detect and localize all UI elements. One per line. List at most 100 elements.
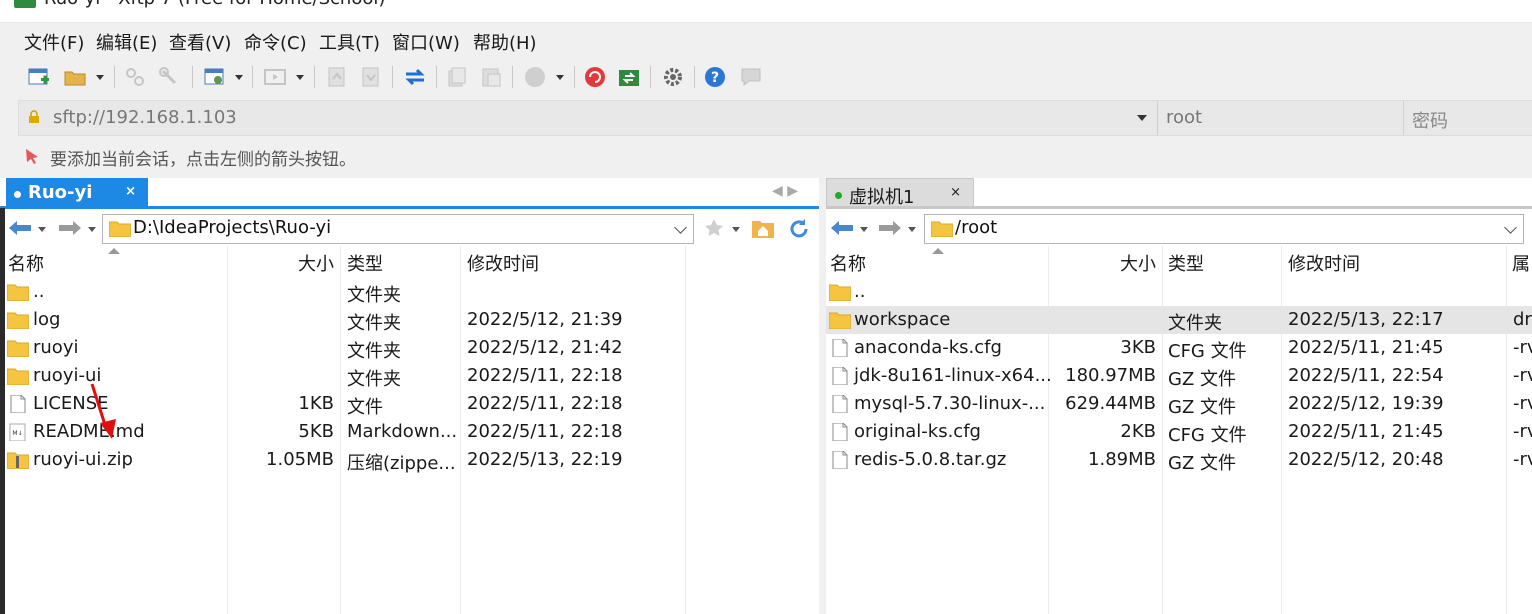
column-header-attributes[interactable]: 属 — [1512, 250, 1530, 278]
file-modified: 2022/5/12, 19:39 — [1288, 393, 1444, 414]
help-icon[interactable]: ? — [704, 66, 726, 88]
pane-divider[interactable] — [819, 178, 826, 614]
column-header-modified[interactable]: 修改时间 — [467, 250, 539, 278]
tab-scroll-arrows[interactable]: ◀ ▶ — [772, 183, 798, 199]
table-row[interactable]: jdk-8u161-linux-x64... 180.97MB GZ 文件 2022/… — [826, 362, 1532, 390]
table-row[interactable]: redis-5.0.8.tar.gz 1.89MB GZ 文件 2022/5/12, … — [826, 446, 1532, 474]
column-header-type[interactable]: 类型 — [347, 250, 383, 278]
home-folder-icon[interactable] — [752, 218, 774, 238]
chevron-down-icon[interactable] — [296, 75, 304, 80]
forward-arrow-icon[interactable] — [878, 220, 902, 236]
tab-local-ruo-yi[interactable]: Ruo-yi × — [6, 178, 148, 208]
folder-icon — [828, 311, 852, 330]
chevron-down-icon[interactable] — [732, 227, 740, 232]
back-arrow-icon[interactable] — [8, 220, 32, 236]
menu-view[interactable]: 查看(V) — [169, 29, 231, 55]
column-header-name[interactable]: 名称 — [8, 250, 44, 278]
menu-help[interactable]: 帮助(H) — [473, 29, 537, 55]
settings-icon[interactable] — [662, 66, 684, 88]
remote-path-input[interactable]: /root — [924, 214, 1524, 244]
file-type: 文件夹 — [347, 341, 401, 362]
tab-remote-vm1[interactable]: 虚拟机1 × — [826, 178, 974, 209]
file-icon — [829, 338, 851, 358]
table-row[interactable]: ruoyi-ui.zip 1.05MB 压缩(zippe... 2022/5/13, … — [0, 446, 686, 474]
file-size: 3KB — [1120, 337, 1156, 358]
file-attributes: -rv — [1513, 337, 1532, 358]
file-size: 1.89MB — [1088, 449, 1156, 470]
file-modified: 2022/5/11, 21:45 — [1288, 421, 1444, 442]
menu-tools[interactable]: 工具(T) — [319, 29, 380, 55]
table-row[interactable]: original-ks.cfg 2KB CFG 文件 2022/5/11, 21:45… — [826, 418, 1532, 446]
xftp-icon[interactable] — [618, 66, 640, 88]
remote-pane: 虚拟机1 × /root 名称 大小 类型 修改时间 属 .. workspace… — [826, 178, 1532, 614]
chevron-down-icon[interactable] — [674, 221, 687, 234]
menu-window[interactable]: 窗口(W) — [392, 29, 460, 55]
download-icon[interactable] — [360, 66, 382, 88]
file-icon — [829, 366, 851, 386]
toolbar-divider — [574, 66, 575, 88]
password-field[interactable]: 密码 — [1403, 101, 1532, 135]
transfer-icon[interactable] — [404, 66, 426, 88]
forward-arrow-icon[interactable] — [58, 220, 82, 236]
toolbar-divider — [694, 66, 695, 88]
chat-icon[interactable] — [740, 66, 762, 88]
properties-icon[interactable] — [204, 66, 226, 88]
table-row[interactable]: workspace 文件夹 2022/5/13, 22:17 dr — [826, 306, 1532, 334]
table-row[interactable]: .. — [826, 278, 1532, 306]
username-field[interactable]: root — [1157, 101, 1400, 135]
session-hint-text: 要添加当前会话，点击左侧的箭头按钮。 — [50, 150, 356, 170]
table-row[interactable]: anaconda-ks.cfg 3KB CFG 文件 2022/5/11, 21:45… — [826, 334, 1532, 362]
back-arrow-icon[interactable] — [830, 220, 854, 236]
file-type: Markdown... — [347, 421, 458, 442]
star-icon[interactable] — [704, 218, 724, 238]
status-icon[interactable] — [524, 66, 546, 88]
refresh-icon[interactable] — [788, 218, 810, 240]
chevron-down-icon[interactable] — [556, 75, 564, 80]
column-header-type[interactable]: 类型 — [1168, 250, 1204, 278]
file-type: GZ 文件 — [1168, 397, 1237, 418]
file-type: 文件 — [347, 397, 383, 418]
column-header-name[interactable]: 名称 — [830, 250, 866, 278]
file-name: .. — [33, 281, 45, 302]
file-name: redis-5.0.8.tar.gz — [854, 449, 1007, 470]
file-size: 629.44MB — [1065, 393, 1156, 414]
close-icon[interactable]: × — [125, 184, 136, 199]
table-row[interactable]: log 文件夹 2022/5/12, 21:39 — [0, 306, 686, 334]
chevron-down-icon[interactable] — [88, 227, 96, 232]
open-folder-icon[interactable] — [64, 66, 86, 88]
menu-file[interactable]: 文件(F) — [24, 29, 84, 55]
close-icon[interactable]: × — [950, 185, 961, 200]
chevron-down-icon[interactable] — [908, 227, 916, 232]
menu-command[interactable]: 命令(C) — [244, 29, 307, 55]
reconnect-icon[interactable] — [158, 66, 180, 88]
new-session-icon[interactable] — [28, 66, 50, 88]
column-header-size[interactable]: 大小 — [228, 250, 334, 278]
column-header-size[interactable]: 大小 — [1050, 250, 1156, 278]
tab-label: Ruo-yi — [28, 182, 93, 203]
paste-icon[interactable] — [480, 66, 502, 88]
table-row[interactable]: .. 文件夹 — [0, 278, 686, 306]
copy-icon[interactable] — [446, 66, 468, 88]
file-type: 文件夹 — [347, 369, 401, 390]
table-row[interactable]: mysql-5.7.30-linux-... 629.44MB GZ 文件 2022/… — [826, 390, 1532, 418]
chevron-down-icon[interactable] — [96, 75, 104, 80]
chevron-down-icon[interactable] — [235, 75, 243, 80]
chevron-down-icon[interactable] — [38, 227, 46, 232]
table-row[interactable]: ruoyi 文件夹 2022/5/12, 21:42 — [0, 334, 686, 362]
chevron-down-icon[interactable] — [1504, 221, 1517, 234]
disconnect-icon[interactable] — [124, 66, 146, 88]
file-type: 文件夹 — [1168, 313, 1222, 334]
column-header-modified[interactable]: 修改时间 — [1288, 250, 1360, 278]
upload-icon[interactable] — [326, 66, 348, 88]
menu-edit[interactable]: 编辑(E) — [96, 29, 157, 55]
file-name: workspace — [854, 309, 951, 330]
local-path-input[interactable]: D:\IdeaProjects\Ruo-yi — [102, 214, 694, 244]
chevron-down-icon[interactable] — [860, 227, 868, 232]
xshell-icon[interactable] — [584, 66, 606, 88]
address-input[interactable]: sftp://192.168.1.103 — [53, 107, 237, 128]
play-icon[interactable] — [264, 66, 286, 88]
add-session-arrow-icon[interactable] — [24, 147, 42, 165]
file-type: GZ 文件 — [1168, 369, 1237, 390]
address-dropdown-icon[interactable] — [1137, 115, 1147, 121]
file-attributes: -rv — [1513, 449, 1532, 470]
